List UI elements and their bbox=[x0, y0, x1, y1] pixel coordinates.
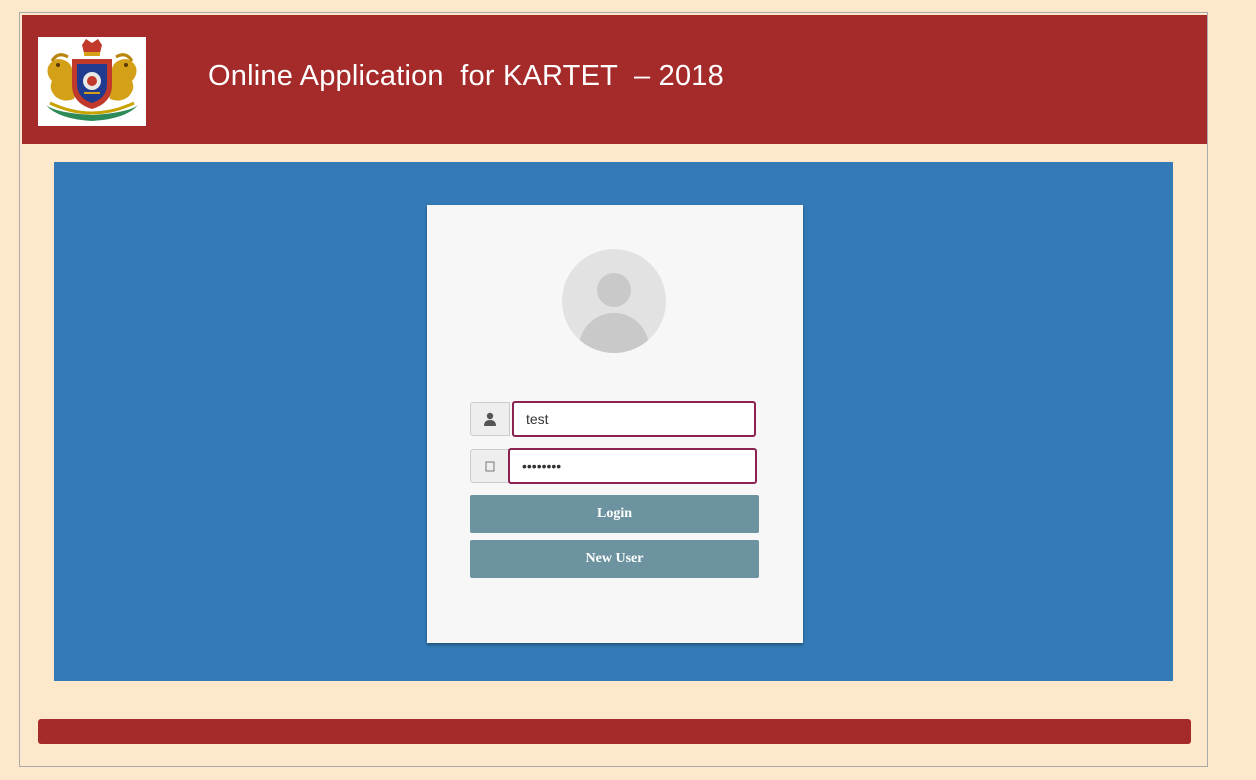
avatar-shoulders bbox=[579, 313, 649, 353]
page-header: Online Application for KARTET – 2018 bbox=[22, 15, 1207, 144]
user-icon bbox=[470, 402, 510, 436]
footer-bar bbox=[38, 719, 1191, 744]
username-input[interactable] bbox=[512, 401, 756, 437]
username-group bbox=[470, 401, 758, 438]
emblem-icon bbox=[46, 39, 138, 121]
default-avatar-icon bbox=[562, 249, 666, 353]
password-input[interactable] bbox=[508, 448, 757, 484]
state-emblem-logo bbox=[38, 37, 146, 126]
password-group bbox=[470, 448, 758, 485]
page-title: Online Application for KARTET – 2018 bbox=[208, 60, 724, 92]
lock-icon bbox=[470, 449, 510, 483]
avatar-head bbox=[597, 273, 631, 307]
login-card: Login New User bbox=[427, 205, 803, 643]
new-user-button[interactable]: New User bbox=[470, 540, 759, 578]
login-button[interactable]: Login bbox=[470, 495, 759, 533]
